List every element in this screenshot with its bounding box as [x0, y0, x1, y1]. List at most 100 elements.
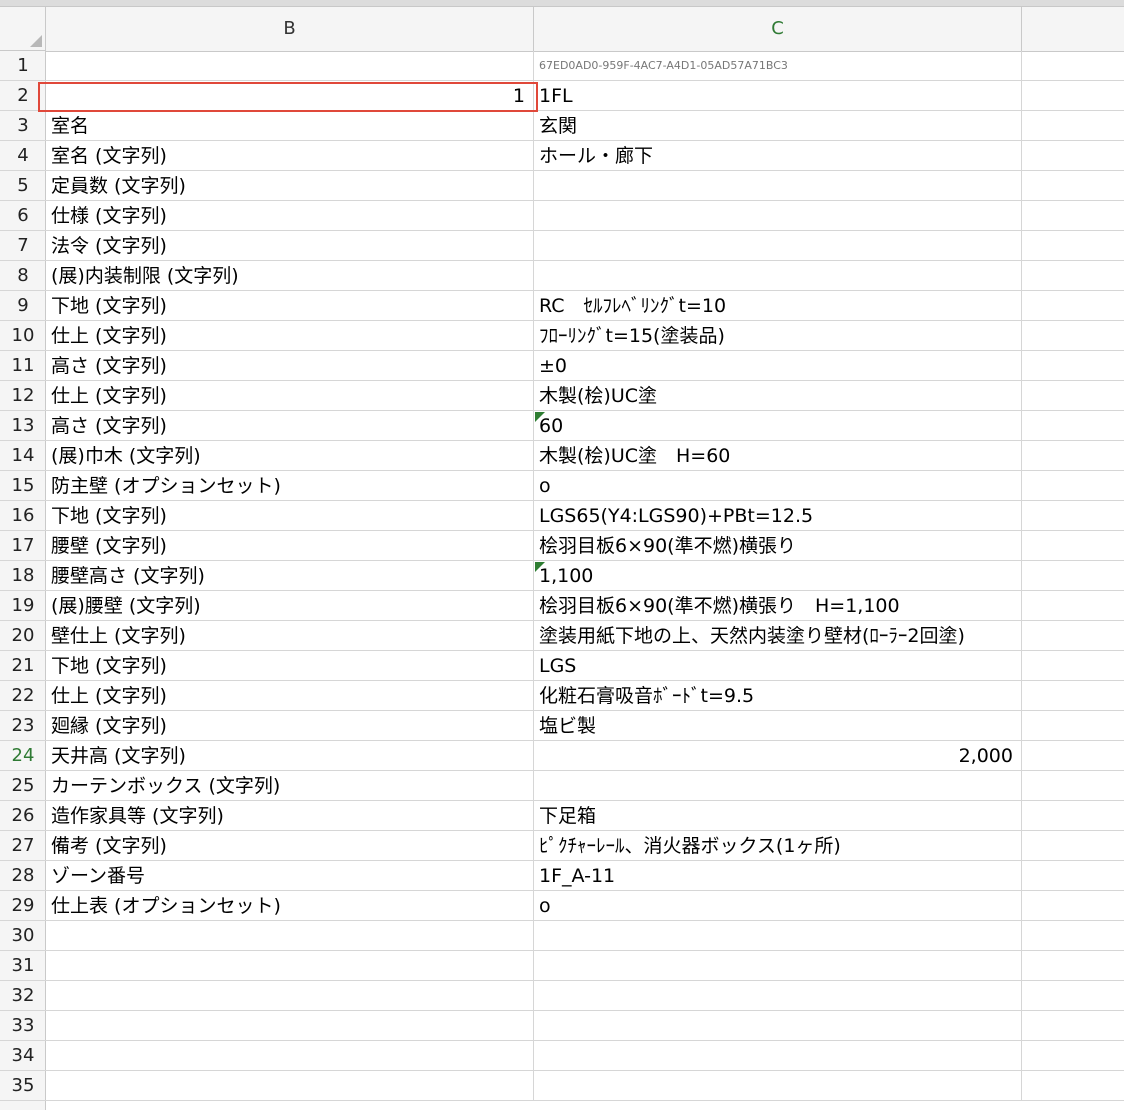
cell-b[interactable]: 高さ (文字列)	[46, 411, 534, 441]
row-number[interactable]: 7	[0, 231, 46, 261]
row-number[interactable]: 24	[0, 741, 46, 771]
cell-d[interactable]	[1022, 561, 1124, 591]
cell-d[interactable]	[1022, 711, 1124, 741]
column-header-b[interactable]: B	[46, 7, 534, 51]
cell-d[interactable]	[1022, 801, 1124, 831]
cell-b[interactable]	[46, 1041, 534, 1071]
cell-c[interactable]: 2,000	[534, 741, 1022, 771]
cell-d[interactable]	[1022, 771, 1124, 801]
cell-c[interactable]	[534, 261, 1022, 291]
cell-c[interactable]	[534, 1011, 1022, 1041]
cell-b[interactable]: 仕上 (文字列)	[46, 681, 534, 711]
cell-d[interactable]	[1022, 291, 1124, 321]
row-number[interactable]: 18	[0, 561, 46, 591]
cell-b[interactable]: 室名 (文字列)	[46, 141, 534, 171]
select-all-corner[interactable]	[0, 7, 46, 51]
cell-b[interactable]: (展)巾木 (文字列)	[46, 441, 534, 471]
cell-d[interactable]	[1022, 1041, 1124, 1071]
cell-d[interactable]	[1022, 981, 1124, 1011]
row-number[interactable]: 14	[0, 441, 46, 471]
row-number[interactable]: 2	[0, 81, 46, 111]
cell-c[interactable]: 1,100	[534, 561, 1022, 591]
cell-d[interactable]	[1022, 201, 1124, 231]
cell-c[interactable]: o	[534, 471, 1022, 501]
cell-d[interactable]	[1022, 891, 1124, 921]
row-number[interactable]: 35	[0, 1071, 46, 1101]
cell-c[interactable]: RC ｾﾙﾌﾚﾍﾞﾘﾝｸﾞt=10	[534, 291, 1022, 321]
column-header-d[interactable]	[1022, 7, 1124, 51]
cell-d[interactable]	[1022, 681, 1124, 711]
cell-c[interactable]: ﾌﾛｰﾘﾝｸﾞt=15(塗装品)	[534, 321, 1022, 351]
cell-c[interactable]	[534, 981, 1022, 1011]
cell-b[interactable]	[46, 951, 534, 981]
cell-b[interactable]: 法令 (文字列)	[46, 231, 534, 261]
cell-c[interactable]	[534, 1041, 1022, 1071]
cell-c[interactable]: 塗装用紙下地の上、天然内装塗り壁材(ﾛｰﾗｰ2回塗)	[534, 621, 1022, 651]
row-number[interactable]: 26	[0, 801, 46, 831]
cell-c[interactable]: ホール・廊下	[534, 141, 1022, 171]
cell-d[interactable]	[1022, 651, 1124, 681]
cell-d[interactable]	[1022, 1071, 1124, 1101]
cell-c[interactable]: 桧羽目板6×90(準不燃)横張り	[534, 531, 1022, 561]
cell-d[interactable]	[1022, 951, 1124, 981]
cell-d[interactable]	[1022, 171, 1124, 201]
cell-b[interactable]: 造作家具等 (文字列)	[46, 801, 534, 831]
row-number[interactable]: 8	[0, 261, 46, 291]
cell-b[interactable]	[46, 1071, 534, 1101]
cell-d[interactable]	[1022, 471, 1124, 501]
row-number[interactable]: 5	[0, 171, 46, 201]
cell-b[interactable]: 定員数 (文字列)	[46, 171, 534, 201]
cell-b[interactable]: 室名	[46, 111, 534, 141]
cell-d[interactable]	[1022, 51, 1124, 81]
row-number[interactable]: 19	[0, 591, 46, 621]
cell-c[interactable]	[534, 171, 1022, 201]
cell-b[interactable]: カーテンボックス (文字列)	[46, 771, 534, 801]
cell-d[interactable]	[1022, 321, 1124, 351]
cell-c[interactable]: 1F_A-11	[534, 861, 1022, 891]
cell-c[interactable]: ±0	[534, 351, 1022, 381]
row-number[interactable]: 10	[0, 321, 46, 351]
cell-c[interactable]: 桧羽目板6×90(準不燃)横張り H=1,100	[534, 591, 1022, 621]
cell-c[interactable]	[534, 951, 1022, 981]
row-number[interactable]: 13	[0, 411, 46, 441]
row-number[interactable]: 9	[0, 291, 46, 321]
row-number[interactable]: 31	[0, 951, 46, 981]
row-number[interactable]: 16	[0, 501, 46, 531]
row-number[interactable]: 28	[0, 861, 46, 891]
cell-b[interactable]: 備考 (文字列)	[46, 831, 534, 861]
cell-c[interactable]: ﾋﾟｸﾁｬｰﾚｰﾙ、消火器ボックス(1ヶ所)	[534, 831, 1022, 861]
row-number[interactable]: 21	[0, 651, 46, 681]
row-number[interactable]: 34	[0, 1041, 46, 1071]
cell-c[interactable]: 下足箱	[534, 801, 1022, 831]
cell-d[interactable]	[1022, 111, 1124, 141]
cell-b[interactable]: 仕上表 (オプションセット)	[46, 891, 534, 921]
cell-d[interactable]	[1022, 1011, 1124, 1041]
cell-d[interactable]	[1022, 531, 1124, 561]
cell-d[interactable]	[1022, 81, 1124, 111]
cell-b[interactable]	[46, 981, 534, 1011]
cell-b[interactable]: 下地 (文字列)	[46, 651, 534, 681]
cell-c[interactable]: LGS	[534, 651, 1022, 681]
row-number[interactable]: 6	[0, 201, 46, 231]
row-number[interactable]: 23	[0, 711, 46, 741]
cell-d[interactable]	[1022, 351, 1124, 381]
cell-d[interactable]	[1022, 231, 1124, 261]
cell-d[interactable]	[1022, 141, 1124, 171]
cell-d[interactable]	[1022, 861, 1124, 891]
cell-b[interactable]	[46, 921, 534, 951]
cell-c[interactable]: 1FL	[534, 81, 1022, 111]
cell-c[interactable]: 玄関	[534, 111, 1022, 141]
cell-b[interactable]: (展)内装制限 (文字列)	[46, 261, 534, 291]
cell-c[interactable]	[534, 771, 1022, 801]
row-number[interactable]: 12	[0, 381, 46, 411]
row-number[interactable]: 29	[0, 891, 46, 921]
row-number[interactable]: 17	[0, 531, 46, 561]
cell-b[interactable]: 腰壁 (文字列)	[46, 531, 534, 561]
cell-b[interactable]	[46, 51, 534, 81]
row-number[interactable]: 22	[0, 681, 46, 711]
cell-c[interactable]: 木製(桧)UC塗 H=60	[534, 441, 1022, 471]
cell-c[interactable]: 化粧石膏吸音ﾎﾞｰﾄﾞt=9.5	[534, 681, 1022, 711]
cell-b[interactable]: 仕上 (文字列)	[46, 321, 534, 351]
cell-c[interactable]: o	[534, 891, 1022, 921]
cell-c[interactable]	[534, 921, 1022, 951]
